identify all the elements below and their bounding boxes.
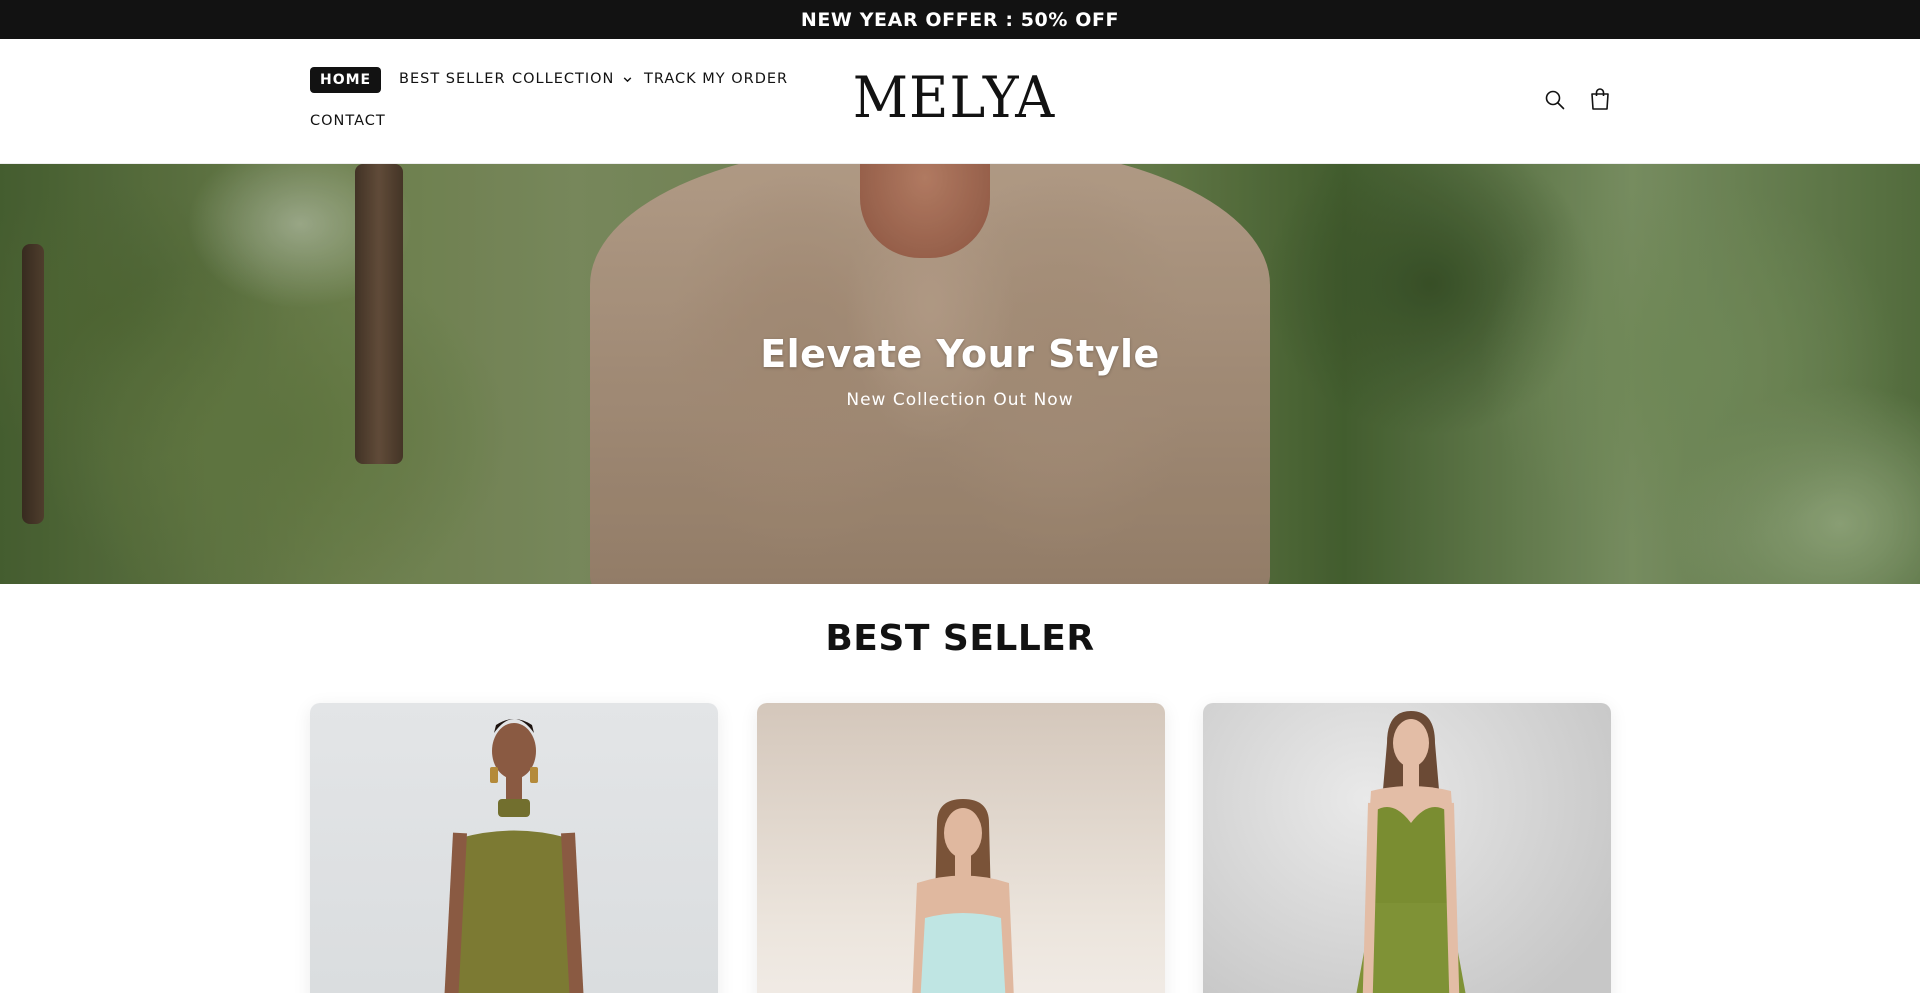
nav-track-order-link[interactable]: TRACK MY ORDER: [644, 71, 788, 87]
chevron-down-icon: [624, 76, 632, 82]
product-card[interactable]: [1203, 703, 1611, 993]
site-logo[interactable]: MELYA: [853, 64, 1055, 130]
site-header: HOME BEST SELLER COLLECTION TRACK MY ORD…: [0, 39, 1920, 164]
product-card[interactable]: [757, 703, 1165, 993]
search-button[interactable]: [1540, 85, 1570, 115]
product-card[interactable]: [310, 703, 718, 993]
hero-title: Elevate Your Style: [760, 332, 1160, 376]
product-image: [912, 799, 1014, 993]
nav-contact-link[interactable]: CONTACT: [310, 113, 386, 129]
search-icon: [1545, 90, 1565, 110]
product-image: [1356, 711, 1466, 993]
cart-button[interactable]: [1585, 84, 1615, 114]
best-seller-title: BEST SELLER: [825, 618, 1095, 659]
announcement-text: NEW YEAR OFFER : 50% OFF: [800, 8, 1120, 31]
announcement-bar: NEW YEAR OFFER : 50% OFF: [0, 0, 1920, 39]
nav-home-link[interactable]: HOME: [310, 67, 382, 93]
product-image: [444, 719, 584, 993]
nav-collection-label: COLLECTION: [512, 71, 615, 87]
nav-best-seller-link[interactable]: BEST SELLER: [399, 71, 506, 87]
nav-collection-dropdown[interactable]: COLLECTION: [512, 71, 633, 87]
cart-icon: [1591, 88, 1609, 110]
hero-subtitle: New Collection Out Now: [846, 390, 1074, 410]
hero-banner[interactable]: Elevate Your Style New Collection Out No…: [0, 164, 1920, 584]
